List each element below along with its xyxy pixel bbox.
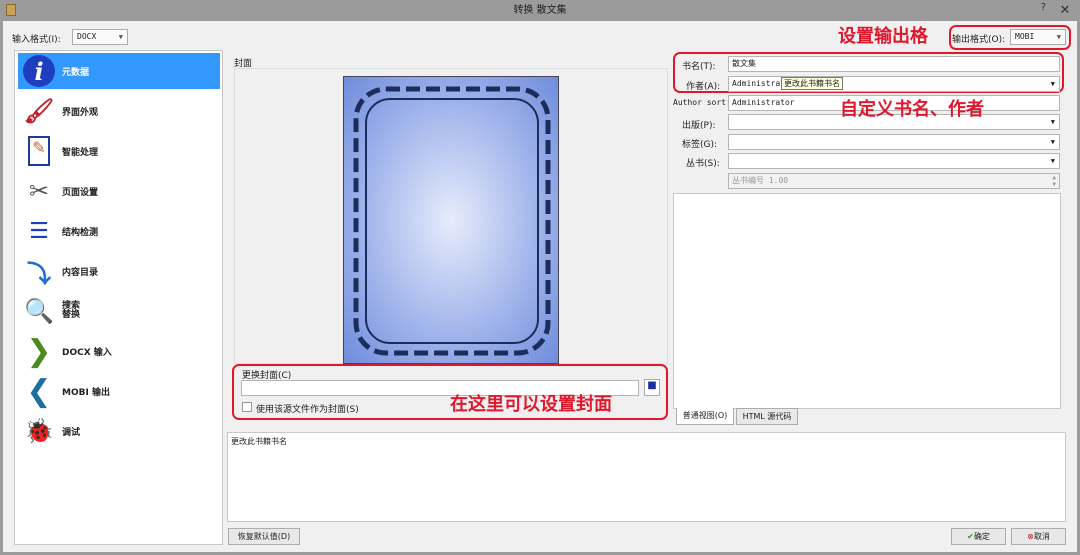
input-format-label: 输入格式(I): [12, 35, 61, 45]
title-bar: 转换 散文集 [0, 0, 1080, 21]
close-button[interactable]: ✕ [1050, 0, 1080, 21]
sidebar-item-mobi-output[interactable]: ❮ MOBI 输出 [18, 373, 220, 409]
output-format-value: MOBI [1015, 32, 1035, 41]
sidebar-item-structure[interactable]: ☰ 结构检测 [18, 213, 220, 249]
sidebar-item-toc[interactable]: ⤵ 内容目录 [18, 253, 220, 289]
series-input[interactable]: ▼ [728, 153, 1060, 169]
sidebar-item-search-replace[interactable]: 🔍 搜索 替换 [18, 293, 220, 329]
tooltip: 更改此书籍书名 [781, 77, 843, 90]
title-input[interactable]: 散文集 [728, 56, 1060, 72]
sidebar-item-page-setup[interactable]: ✂ 页面设置 [18, 173, 220, 209]
sidebar-item-label: 智能处理 [62, 147, 99, 158]
description-box: 更改此书籍书名 [227, 432, 1066, 522]
series-label: 丛书(S): [686, 159, 720, 169]
sidebar-item-label: 内容目录 [62, 267, 99, 278]
sidebar-item-label: DOCX 输入 [62, 347, 112, 358]
brush-icon: 🖌 [23, 97, 55, 125]
chevron-right-icon: ❯ [26, 333, 52, 369]
chevron-left-icon: ❮ [26, 373, 52, 409]
series-index-value: 丛书编号 1.00 [732, 176, 789, 185]
bug-icon: 🐞 [24, 417, 54, 445]
tags-label: 标签(G): [682, 140, 718, 150]
cancel-button[interactable]: ⊗取消 [1011, 528, 1066, 545]
sidebar-item-metadata[interactable]: i 元数据 [18, 53, 220, 89]
output-format-select[interactable]: MOBI ▼ [1010, 29, 1066, 45]
spin-arrows-icon: ▲ ▼ [1052, 174, 1056, 188]
sidebar-item-label: 页面设置 [62, 187, 99, 198]
sidebar-item-label: 调试 [62, 427, 81, 438]
document-pencil-icon: ✎ [22, 134, 56, 168]
chevron-down-icon: ▼ [1050, 118, 1055, 126]
cancel-icon: ⊗ [1027, 532, 1034, 541]
chevron-down-icon: ▼ [1050, 157, 1055, 165]
sidebar-item-heuristics[interactable]: ✎ 智能处理 [18, 133, 220, 169]
sidebar-item-label: 元数据 [62, 67, 90, 78]
chevron-down-icon: ▼ [118, 33, 123, 41]
comments-editor[interactable] [673, 193, 1061, 409]
check-icon: ✔ [967, 532, 974, 541]
sidebar: i 元数据 🖌 界面外观 ✎ 智能处理 ✂ 页面设置 ☰ 结构检测 ⤵ 内容目录 🔍 搜索 替… [14, 50, 223, 545]
magnifier-icon: 🔍 [24, 297, 54, 325]
author-sort-label: Author sort: [673, 98, 731, 107]
series-index-spinbox[interactable]: 丛书编号 1.00 ▲ ▼ [728, 173, 1060, 189]
tags-input[interactable]: ▼ [728, 134, 1060, 150]
publisher-label: 出版(P): [682, 121, 716, 131]
description-text: 更改此书籍书名 [231, 437, 287, 446]
tab-html-source[interactable]: HTML 源代码 [736, 408, 798, 425]
info-icon: i [22, 54, 56, 88]
sidebar-item-docx-input[interactable]: ❯ DOCX 输入 [18, 333, 220, 369]
ornamental-frame [353, 86, 551, 356]
use-source-cover-checkbox[interactable] [242, 402, 252, 412]
window-title: 转换 散文集 [513, 5, 567, 16]
title-label: 书名(T): [682, 62, 716, 72]
browse-cover-button[interactable]: ■ [644, 379, 660, 396]
chevron-down-icon: ▼ [1050, 138, 1055, 146]
sidebar-item-label: 搜索 替换 [62, 301, 81, 320]
restore-defaults-button[interactable]: 恢复默认值(D) [228, 528, 300, 545]
annotation-title-author: 自定义书名、作者 [840, 99, 984, 120]
tab-normal-view[interactable]: 普通视图(O) [676, 408, 734, 425]
numbered-list-icon: ☰ [29, 218, 49, 244]
annotation-cover: 在这里可以设置封面 [450, 394, 612, 415]
cancel-label: 取消 [1033, 532, 1050, 541]
ok-label: 确定 [973, 532, 990, 541]
app-icon [6, 4, 16, 16]
annotation-output: 设置输出格 [838, 26, 928, 47]
output-format-label: 输出格式(O): [952, 35, 1006, 45]
author-label: 作者(A): [686, 82, 721, 92]
chevron-down-icon: ▼ [1056, 33, 1061, 41]
toc-icon: ⤵ [27, 259, 51, 288]
chevron-down-icon: ▼ [1050, 80, 1055, 88]
input-format-value: DOCX [77, 32, 97, 41]
sidebar-item-debug[interactable]: 🐞 调试 [18, 413, 220, 449]
sidebar-item-label: 界面外观 [62, 107, 99, 118]
sidebar-item-look-feel[interactable]: 🖌 界面外观 [18, 93, 220, 129]
help-button[interactable]: ? [1041, 2, 1046, 13]
author-input[interactable]: Administrator ▼ [728, 76, 1060, 92]
cover-image [343, 76, 559, 364]
use-source-cover-label: 使用该源文件作为封面(S) [256, 405, 359, 415]
input-format-select[interactable]: DOCX ▼ [72, 29, 128, 45]
sidebar-item-label: MOBI 输出 [62, 387, 110, 398]
sidebar-item-label: 结构检测 [62, 227, 99, 238]
ok-button[interactable]: ✔确定 [951, 528, 1006, 545]
folder-icon: ■ [647, 380, 657, 391]
tools-icon: ✂ [28, 177, 50, 205]
